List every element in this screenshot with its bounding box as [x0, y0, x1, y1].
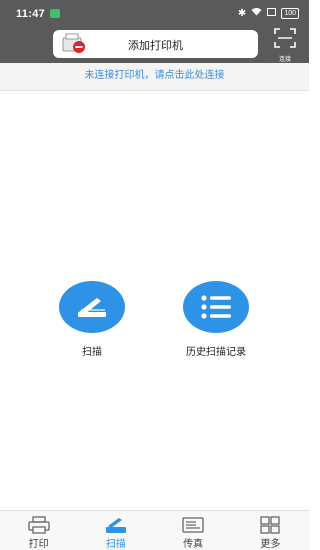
- connect-hint-text: 未连接打印机，请点击此处连接: [84, 70, 225, 81]
- status-bar: 11:47 ✱ 100: [0, 0, 309, 26]
- bluetooth-icon: ✱: [237, 7, 247, 19]
- list-icon: [201, 295, 231, 319]
- status-time: 11:47: [16, 8, 46, 20]
- history-function[interactable]: 历史扫描记录: [171, 281, 261, 358]
- fax-icon: [182, 517, 204, 533]
- connect-hint-bar[interactable]: 未连接打印机，请点击此处连接: [0, 63, 309, 91]
- nav-print-label: 打印: [28, 539, 49, 550]
- history-button[interactable]: [183, 281, 249, 333]
- notification-app-icon: [50, 9, 60, 18]
- nav-more[interactable]: 更多: [232, 511, 309, 550]
- history-caption: 历史扫描记录: [186, 347, 246, 358]
- battery-icon: 100: [281, 7, 299, 19]
- scan-function[interactable]: 扫描: [47, 281, 137, 358]
- scan-button[interactable]: [59, 281, 125, 333]
- add-printer-label: 添加打印机: [128, 40, 183, 52]
- bottom-nav: 打印 扫描 传真 更多: [0, 510, 309, 550]
- nav-print[interactable]: 打印: [0, 511, 77, 550]
- wifi-icon: [251, 7, 262, 19]
- nav-more-label: 更多: [260, 539, 281, 550]
- status-icons: ✱ 100: [238, 7, 299, 19]
- nav-fax[interactable]: 传真: [155, 511, 232, 550]
- top-bar: 11:47 ✱ 100 添加打印机 连接: [0, 0, 309, 63]
- printer-icon: [27, 516, 50, 534]
- connect-label: 连接: [278, 57, 291, 63]
- grid-icon: [260, 516, 281, 534]
- scan-frame-icon: [274, 28, 296, 48]
- nav-scan-label: 扫描: [105, 539, 126, 550]
- sim-icon: [267, 7, 277, 19]
- nav-fax-label: 传真: [183, 539, 204, 550]
- scan-icon: [105, 518, 126, 533]
- scanner-icon: [78, 298, 106, 317]
- add-printer-button[interactable]: 添加打印机: [53, 30, 258, 58]
- connect-button[interactable]: 连接: [270, 28, 300, 63]
- scan-caption: 扫描: [82, 347, 102, 358]
- nav-scan[interactable]: 扫描: [77, 511, 154, 550]
